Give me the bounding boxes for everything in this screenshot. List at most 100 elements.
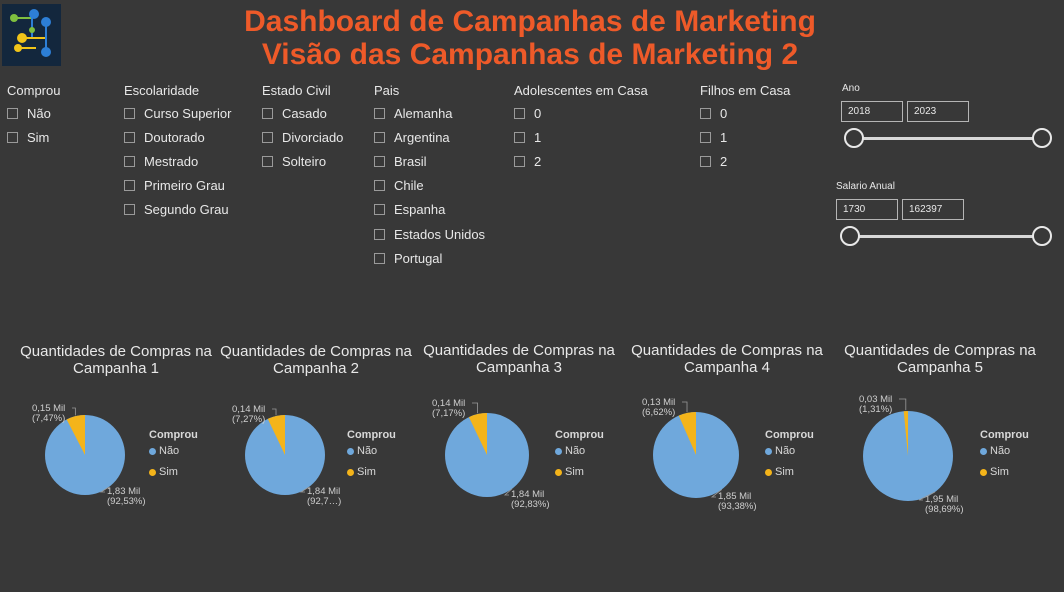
- filter-title: Comprou: [7, 83, 61, 98]
- data-label-sim-pct: (7,47%): [32, 413, 66, 424]
- checkbox[interactable]: [7, 107, 18, 119]
- checkbox[interactable]: [374, 107, 385, 119]
- checkbox[interactable]: [374, 204, 385, 216]
- checkbox-option[interactable]: 2: [514, 149, 648, 173]
- legend-item-nao[interactable]: Não: [149, 445, 179, 457]
- filter-title: Escolaridade: [124, 83, 200, 98]
- checkbox-option[interactable]: Primeiro Grau: [124, 174, 231, 198]
- checkbox-option[interactable]: Sim: [7, 125, 60, 149]
- checkbox-option[interactable]: Chile: [374, 174, 485, 198]
- checkbox[interactable]: [124, 155, 135, 167]
- checkbox[interactable]: [262, 131, 273, 143]
- salario-max-input[interactable]: 162397: [902, 199, 964, 220]
- filter-title: Adolescentes em Casa: [514, 83, 648, 98]
- legend-item-sim[interactable]: Sim: [347, 466, 376, 478]
- slider-label-salario: Salario Anual: [836, 181, 895, 192]
- checkbox-option[interactable]: 1: [514, 125, 648, 149]
- legend-item-nao[interactable]: Não: [765, 445, 795, 457]
- checkbox[interactable]: [124, 131, 135, 143]
- legend-item-sim[interactable]: Sim: [980, 466, 1009, 478]
- checkbox[interactable]: [124, 204, 135, 216]
- data-label-nao-pct: (92,7…): [307, 496, 342, 507]
- checkbox-option[interactable]: Portugal: [374, 246, 485, 270]
- ano-max-input[interactable]: 2023: [907, 101, 969, 122]
- checkbox[interactable]: [700, 155, 711, 167]
- data-label-sim-pct: (7,17%): [432, 408, 466, 419]
- checkbox[interactable]: [700, 131, 711, 143]
- legend-item-sim[interactable]: Sim: [765, 466, 794, 478]
- legend-dot: [347, 447, 354, 455]
- filter-estado-civil: Estado Civil Casado Divorciado Solteiro: [262, 83, 343, 174]
- checkbox-option[interactable]: 1: [700, 125, 790, 149]
- salario-slider-max-handle[interactable]: [1032, 226, 1052, 246]
- checkbox[interactable]: [124, 107, 135, 119]
- slider-label-ano: Ano: [842, 83, 860, 94]
- pie-chart: [45, 415, 125, 495]
- data-label-nao-pct: (98,69%): [925, 504, 964, 515]
- legend-item-sim[interactable]: Sim: [149, 466, 178, 478]
- checkbox[interactable]: [374, 155, 385, 167]
- legend-dot: [980, 447, 987, 455]
- checkbox-option[interactable]: Curso Superior: [124, 101, 231, 125]
- legend-dot: [765, 447, 772, 455]
- checkbox[interactable]: [262, 107, 273, 119]
- checkbox-option[interactable]: 2: [700, 149, 790, 173]
- chart-title: Quantidades de Compras na Campanha 4: [631, 342, 823, 376]
- checkbox[interactable]: [262, 155, 273, 167]
- checkbox-option[interactable]: Brasil: [374, 149, 485, 173]
- checkbox-option[interactable]: Argentina: [374, 125, 485, 149]
- legend-item-sim[interactable]: Sim: [555, 466, 584, 478]
- data-label-nao-pct: (92,83%): [511, 499, 550, 510]
- checkbox-option[interactable]: Doutorado: [124, 125, 231, 149]
- checkbox[interactable]: [514, 131, 525, 143]
- page-subtitle: Visão das Campanhas de Marketing 2: [261, 38, 799, 71]
- checkbox-option[interactable]: Não: [7, 101, 60, 125]
- checkbox-option[interactable]: Divorciado: [262, 125, 343, 149]
- legend-item-nao[interactable]: Não: [555, 445, 585, 457]
- salario-slider-min-handle[interactable]: [840, 226, 860, 246]
- legend-dot: [555, 468, 562, 476]
- legend-item-nao[interactable]: Não: [980, 445, 1010, 457]
- pie-chart: [445, 413, 529, 497]
- filter-title: Pais: [374, 83, 400, 98]
- checkbox-option[interactable]: Segundo Grau: [124, 198, 231, 222]
- legend-dot: [149, 447, 156, 455]
- checkbox-option[interactable]: Casado: [262, 101, 343, 125]
- data-label-nao-pct: (93,38%): [718, 501, 757, 512]
- checkbox-option[interactable]: Mestrado: [124, 149, 231, 173]
- checkbox-option[interactable]: Alemanha: [374, 101, 485, 125]
- pie-chart: [245, 415, 325, 495]
- legend-dot: [980, 468, 987, 476]
- checkbox-option[interactable]: Espanha: [374, 198, 485, 222]
- filter-escolaridade: Escolaridade Curso Superior Doutorado Me…: [124, 83, 231, 222]
- checkbox[interactable]: [7, 131, 18, 143]
- legend-dot: [555, 447, 562, 455]
- checkbox[interactable]: [514, 107, 525, 119]
- checkbox-option[interactable]: Solteiro: [262, 149, 343, 173]
- legend-item-nao[interactable]: Não: [347, 445, 377, 457]
- filter-title: Filhos em Casa: [700, 83, 791, 98]
- checkbox[interactable]: [374, 180, 385, 192]
- filter-comprou: Comprou Não Sim: [7, 83, 60, 149]
- checkbox[interactable]: [514, 155, 525, 167]
- ano-slider-max-handle[interactable]: [1032, 128, 1052, 148]
- legend-dot: [149, 468, 156, 476]
- checkbox[interactable]: [374, 228, 385, 240]
- ano-min-input[interactable]: 2018: [841, 101, 903, 122]
- data-label-sim-pct: (1,31%): [859, 404, 893, 415]
- checkbox-option[interactable]: Estados Unidos: [374, 222, 485, 246]
- chart-title: Quantidades de Compras na Campanha 2: [220, 343, 412, 377]
- chart-title: Quantidades de Compras na Campanha 1: [20, 343, 212, 377]
- checkbox-option[interactable]: 0: [514, 101, 648, 125]
- checkbox-option[interactable]: 0: [700, 101, 790, 125]
- legend-title: Comprou: [555, 429, 604, 441]
- ano-slider-min-handle[interactable]: [844, 128, 864, 148]
- checkbox[interactable]: [374, 131, 385, 143]
- data-label-sim-pct: (6,62%): [642, 407, 676, 418]
- ano-slider-track[interactable]: [854, 137, 1042, 140]
- checkbox[interactable]: [124, 180, 135, 192]
- checkbox[interactable]: [700, 107, 711, 119]
- checkbox[interactable]: [374, 252, 385, 264]
- salario-slider-track[interactable]: [850, 235, 1042, 238]
- salario-min-input[interactable]: 1730: [836, 199, 898, 220]
